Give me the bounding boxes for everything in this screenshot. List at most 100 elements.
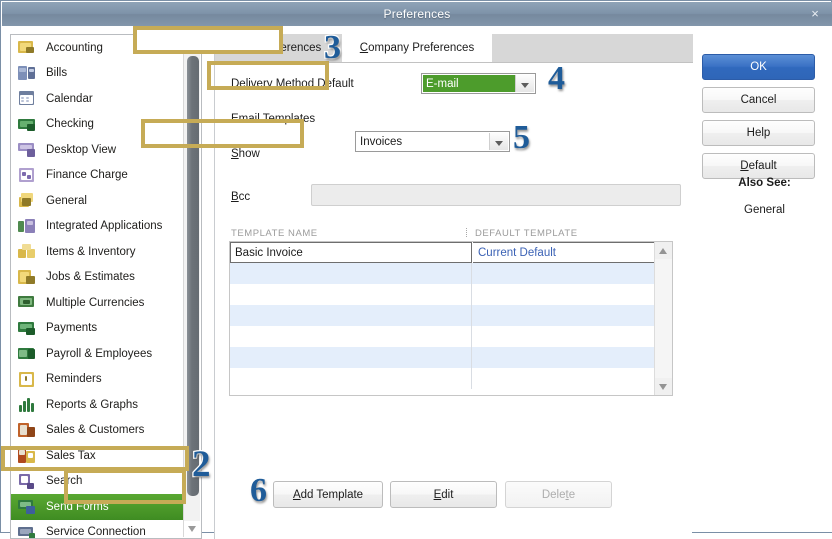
sidebar-item-accounting[interactable]: Accounting xyxy=(11,35,183,61)
sidebar-item-items-inventory[interactable]: Items & Inventory xyxy=(11,239,183,265)
edit-button[interactable]: Edit xyxy=(390,481,497,508)
sidebar-item-payroll-employees[interactable]: Payroll & Employees xyxy=(11,341,183,367)
items-inventory-icon xyxy=(18,243,37,260)
cell-template-name xyxy=(230,326,472,347)
delivery-method-label: Delivery Method Default xyxy=(231,78,354,90)
sidebar-item-label: Items & Inventory xyxy=(46,245,136,258)
sidebar-item-label: Search xyxy=(46,475,83,488)
table-scroll-up-button[interactable] xyxy=(655,242,672,259)
sidebar-scrollbar[interactable] xyxy=(183,36,200,537)
cell-default-template xyxy=(473,368,655,389)
sidebar-item-multiple-currencies[interactable]: Multiple Currencies xyxy=(11,290,183,316)
search-icon xyxy=(18,473,37,490)
accounting-icon xyxy=(18,39,37,56)
bcc-input[interactable] xyxy=(311,184,681,206)
sidebar-item-label: Reminders xyxy=(46,373,102,386)
tab-my-preferences[interactable]: My Preferences xyxy=(225,34,337,62)
column-divider xyxy=(466,228,468,237)
general-icon xyxy=(18,192,37,209)
sidebar-scroll-up-button[interactable] xyxy=(184,36,200,52)
checking-icon xyxy=(18,116,37,133)
email-templates-label: Email Templates xyxy=(231,113,316,125)
sidebar-item-checking[interactable]: Checking xyxy=(11,112,183,138)
table-row[interactable] xyxy=(230,284,655,305)
delivery-method-dropdown[interactable]: E-mail xyxy=(421,73,536,94)
cell-default-template: Current Default xyxy=(473,242,655,263)
sidebar-item-sales-customers[interactable]: Sales & Customers xyxy=(11,418,183,444)
show-label: Show xyxy=(231,148,260,160)
service-connection-icon xyxy=(18,524,37,538)
table-row[interactable]: Basic Invoice Current Default xyxy=(230,242,655,263)
tab-company-preferences[interactable]: Company Preferences xyxy=(342,34,492,62)
table-scroll-down-button[interactable] xyxy=(655,378,672,395)
show-dropdown[interactable]: Invoices xyxy=(355,131,510,152)
title-bar: Preferences × xyxy=(2,2,832,27)
desktop-view-icon xyxy=(18,141,37,158)
table-row[interactable] xyxy=(230,305,655,326)
cell-default-template xyxy=(473,284,655,305)
multiple-currencies-icon xyxy=(18,294,37,311)
sidebar-item-label: Service Connection xyxy=(46,526,146,538)
ok-button[interactable]: OK xyxy=(702,54,815,80)
cancel-button[interactable]: Cancel xyxy=(702,87,815,113)
sidebar-item-label: Integrated Applications xyxy=(46,220,163,233)
cell-template-name xyxy=(230,284,472,305)
sidebar-item-service-connection[interactable]: Service Connection xyxy=(11,520,183,538)
default-button[interactable]: Default xyxy=(702,153,815,179)
chevron-down-icon[interactable] xyxy=(489,133,508,150)
sidebar-item-label: Calendar xyxy=(46,92,93,105)
reports-graphs-icon xyxy=(18,396,37,413)
cell-template-name xyxy=(230,305,472,326)
cell-template-name xyxy=(230,263,472,284)
close-icon[interactable]: × xyxy=(806,6,824,22)
sidebar-item-sales-tax[interactable]: Sales Tax xyxy=(11,443,183,469)
payments-icon xyxy=(18,320,37,337)
chevron-down-icon[interactable] xyxy=(515,75,534,92)
sidebar-item-finance-charge[interactable]: Finance Charge xyxy=(11,163,183,189)
cell-default-template xyxy=(473,263,655,284)
sidebar-item-label: Bills xyxy=(46,67,68,80)
templates-table-scrollbar[interactable] xyxy=(654,242,672,395)
table-row[interactable] xyxy=(230,263,655,284)
sidebar-item-label: Desktop View xyxy=(46,143,117,156)
sidebar-item-desktop-view[interactable]: Desktop View xyxy=(11,137,183,163)
tab-my-preferences-label: y Preferences xyxy=(250,42,322,54)
sidebar-item-label: Reports & Graphs xyxy=(46,398,139,411)
sidebar-item-reports-graphs[interactable]: Reports & Graphs xyxy=(11,392,183,418)
cell-template-name: Basic Invoice xyxy=(230,242,472,263)
calendar-icon xyxy=(18,90,37,107)
dialog-content: Accounting Bills Calendar Checking Desktop V… xyxy=(1,26,832,539)
tab-strip: My Preferences Company Preferences xyxy=(215,34,693,63)
reminders-icon xyxy=(18,371,37,388)
sidebar-item-label: Send Forms xyxy=(46,500,109,513)
finance-charge-icon xyxy=(18,167,37,184)
cell-template-name xyxy=(230,347,472,368)
sidebar-item-label: Jobs & Estimates xyxy=(46,271,135,284)
tab-company-preferences-label: ompany Preferences xyxy=(368,42,475,54)
help-button[interactable]: Help xyxy=(702,120,815,146)
also-see-general-link: General xyxy=(744,204,785,216)
table-row[interactable] xyxy=(230,347,655,368)
sidebar-scroll-thumb[interactable] xyxy=(186,55,200,497)
sidebar-item-payments[interactable]: Payments xyxy=(11,316,183,342)
sidebar-item-search[interactable]: Search xyxy=(11,469,183,495)
sidebar-item-general[interactable]: General xyxy=(11,188,183,214)
sidebar-item-integrated-applications[interactable]: Integrated Applications xyxy=(11,214,183,240)
cell-default-template xyxy=(473,305,655,326)
sidebar-item-reminders[interactable]: Reminders xyxy=(11,367,183,393)
also-see-label: Also See: xyxy=(738,177,791,189)
bcc-label: Bcc xyxy=(231,191,251,203)
table-row[interactable] xyxy=(230,326,655,347)
sidebar-scroll-down-button[interactable] xyxy=(184,521,200,537)
sidebar-item-send-forms[interactable]: Send Forms xyxy=(11,494,183,520)
table-row[interactable] xyxy=(230,368,655,389)
integrated-applications-icon xyxy=(18,218,37,235)
category-sidebar: Accounting Bills Calendar Checking Desktop V… xyxy=(10,34,202,539)
sidebar-item-calendar[interactable]: Calendar xyxy=(11,86,183,112)
sidebar-item-jobs-estimates[interactable]: Jobs & Estimates xyxy=(11,265,183,291)
category-list: Accounting Bills Calendar Checking Desktop V… xyxy=(11,35,183,538)
sidebar-item-bills[interactable]: Bills xyxy=(11,61,183,87)
delete-button[interactable]: Delete xyxy=(505,481,612,508)
templates-table[interactable]: Basic Invoice Current Default xyxy=(229,241,673,396)
add-template-button[interactable]: Add Template xyxy=(273,481,383,508)
